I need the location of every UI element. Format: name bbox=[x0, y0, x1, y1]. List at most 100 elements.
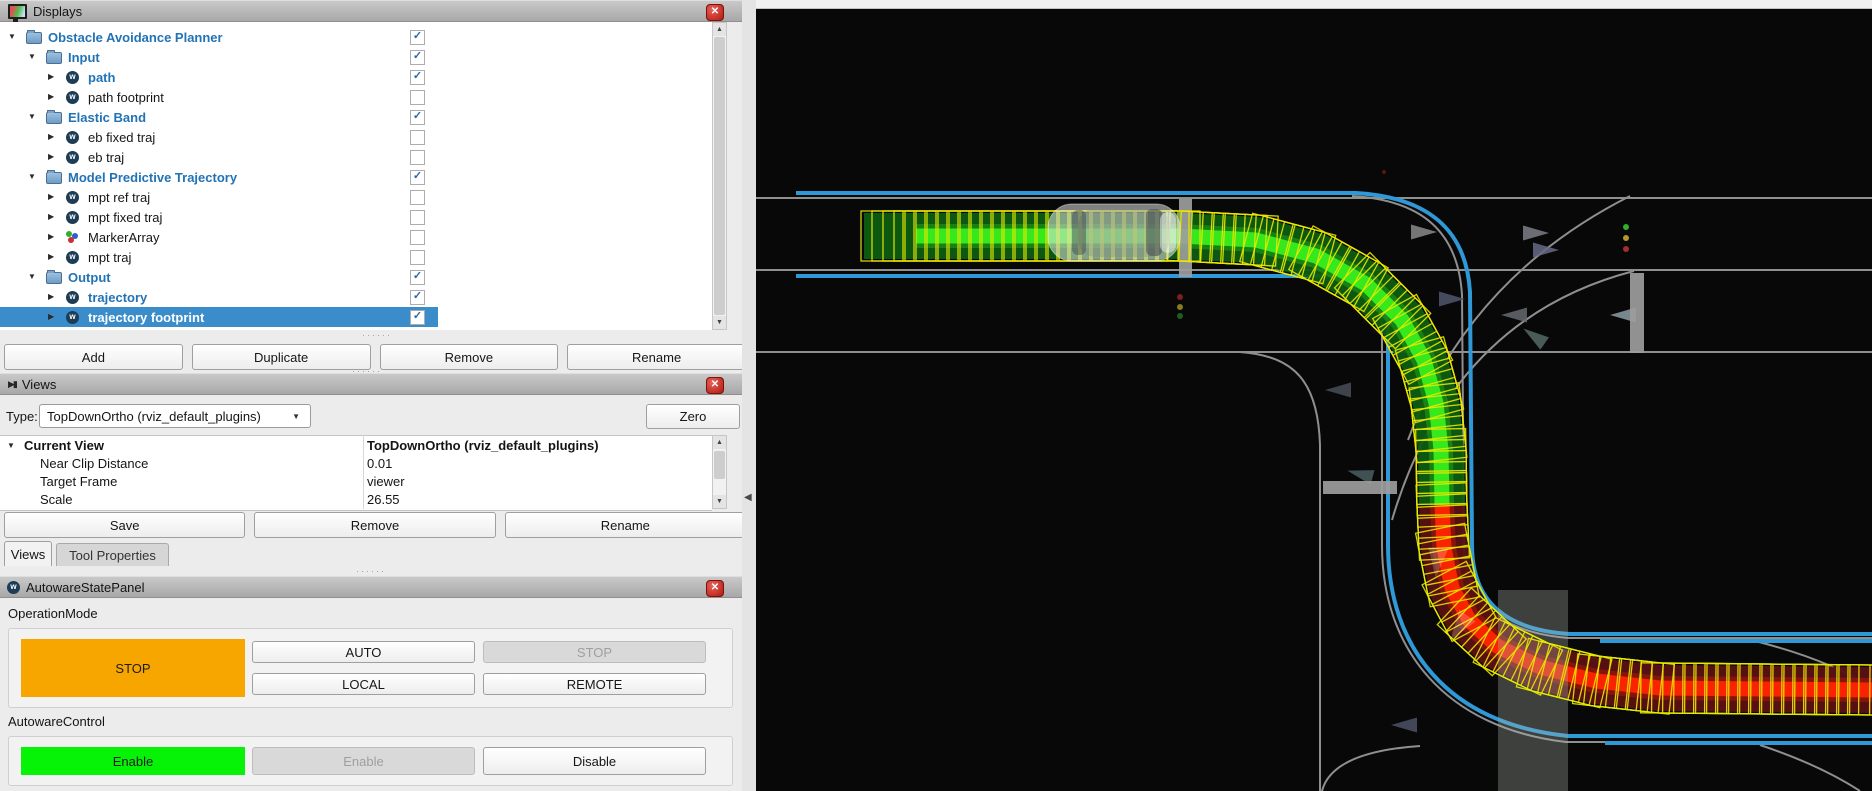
expand-icon[interactable]: ▶ bbox=[48, 312, 54, 321]
splitter-dots[interactable]: ······ bbox=[362, 333, 392, 337]
displays-close-icon[interactable]: ✕ bbox=[706, 4, 724, 21]
enable-checkbox[interactable]: ✓ bbox=[410, 310, 425, 325]
enable-checkbox[interactable]: ✓ bbox=[410, 70, 425, 85]
lane-direction-arrow bbox=[1533, 243, 1559, 258]
enable-checkbox[interactable] bbox=[410, 190, 425, 205]
collapse-icon[interactable]: ▼ bbox=[28, 112, 36, 121]
expand-icon[interactable]: ▶ bbox=[48, 232, 54, 241]
tree-row-eb-fixed-traj[interactable]: ▶web fixed traj bbox=[0, 127, 712, 147]
expand-icon[interactable]: ▶ bbox=[48, 292, 54, 301]
tree-item-label: Elastic Band bbox=[68, 110, 146, 125]
tree-row-obstacle-avoidance-planner[interactable]: ▼Obstacle Avoidance Planner✓ bbox=[0, 27, 712, 47]
enable-checkbox[interactable] bbox=[410, 90, 425, 105]
property-row[interactable]: Scale26.55 bbox=[0, 490, 712, 508]
property-row[interactable]: Near Clip Distance0.01 bbox=[0, 454, 712, 472]
enable-checkbox[interactable] bbox=[410, 150, 425, 165]
stop-button[interactable]: STOP bbox=[483, 641, 706, 663]
display-remove-button[interactable]: Remove bbox=[380, 344, 559, 370]
tree-row-input[interactable]: ▼Input✓ bbox=[0, 47, 712, 67]
remote-button[interactable]: REMOTE bbox=[483, 673, 706, 695]
views-close-icon[interactable]: ✕ bbox=[706, 377, 724, 394]
views-table-scrollbar[interactable]: ▲ ▼ bbox=[712, 435, 727, 509]
tab-views[interactable]: Views bbox=[4, 541, 52, 566]
traffic-light-dot bbox=[1177, 294, 1183, 300]
tree-row-markerarray[interactable]: ▶MarkerArray bbox=[0, 227, 712, 247]
expand-icon[interactable]: ▶ bbox=[48, 192, 54, 201]
display-rename-button[interactable]: Rename bbox=[567, 344, 746, 370]
enable-button[interactable]: Enable bbox=[252, 747, 475, 775]
expand-icon[interactable]: ▶ bbox=[48, 152, 54, 161]
splitter-dots[interactable]: ······ bbox=[356, 569, 386, 573]
property-value[interactable]: 26.55 bbox=[367, 492, 400, 507]
tree-row-trajectory-footprint[interactable]: ▶wtrajectory footprint✓ bbox=[0, 307, 438, 327]
collapse-icon[interactable]: ▼ bbox=[28, 172, 36, 181]
property-row[interactable]: Target Frame viewer bbox=[0, 472, 712, 490]
display-add-button[interactable]: Add bbox=[4, 344, 183, 370]
scroll-up-icon[interactable]: ▲ bbox=[713, 23, 726, 36]
rviz-window: Displays ✕ ▼Obstacle Avoidance Planner✓▼… bbox=[0, 0, 1872, 791]
enable-checkbox[interactable]: ✓ bbox=[410, 290, 425, 305]
autoware-logo-icon: w bbox=[7, 581, 20, 594]
folder-icon bbox=[46, 52, 62, 64]
enable-checkbox[interactable] bbox=[410, 130, 425, 145]
displays-icon bbox=[8, 4, 27, 19]
scroll-thumb[interactable] bbox=[714, 37, 725, 315]
scroll-thumb[interactable] bbox=[714, 451, 725, 479]
enable-checkbox[interactable] bbox=[410, 210, 425, 225]
scroll-down-icon[interactable]: ▼ bbox=[713, 495, 726, 508]
expand-icon[interactable]: ▶ bbox=[48, 252, 54, 261]
tree-row-elastic-band[interactable]: ▼ Elastic Band ✓ bbox=[0, 107, 712, 127]
view-type-select[interactable]: TopDownOrtho (rviz_default_plugins) ▼ bbox=[39, 404, 311, 428]
enable-checkbox[interactable] bbox=[410, 250, 425, 265]
enable-checkbox[interactable]: ✓ bbox=[410, 30, 425, 45]
autoware-panel-header[interactable]: w AutowareStatePanel ✕ bbox=[0, 576, 742, 598]
disable-button[interactable]: Disable bbox=[483, 747, 706, 775]
tree-row-mpt-traj[interactable]: ▶wmpt traj bbox=[0, 247, 712, 267]
render-view[interactable] bbox=[756, 0, 1872, 791]
view-remove-button[interactable]: Remove bbox=[254, 512, 495, 538]
displays-tree-scrollbar[interactable]: ▲ ▼ bbox=[712, 22, 727, 330]
zero-button[interactable]: Zero bbox=[646, 404, 740, 429]
auto-button[interactable]: AUTO bbox=[252, 641, 475, 663]
tree-row-path[interactable]: ▶wpath✓ bbox=[0, 67, 712, 87]
enable-checkbox[interactable]: ✓ bbox=[410, 170, 425, 185]
tree-row-output[interactable]: ▼Output✓ bbox=[0, 267, 712, 287]
scroll-down-icon[interactable]: ▼ bbox=[713, 316, 726, 329]
view-rename-button[interactable]: Rename bbox=[505, 512, 746, 538]
enable-checkbox[interactable]: ✓ bbox=[410, 270, 425, 285]
enable-checkbox[interactable]: ✓ bbox=[410, 50, 425, 65]
property-value[interactable]: 0.01 bbox=[367, 456, 392, 471]
scroll-up-icon[interactable]: ▲ bbox=[713, 436, 726, 449]
expand-icon[interactable]: ▶ bbox=[48, 92, 54, 101]
collapse-icon[interactable]: ▼ bbox=[8, 32, 16, 41]
autoware-close-icon[interactable]: ✕ bbox=[706, 580, 724, 597]
tree-row-mpt-fixed-traj[interactable]: ▶wmpt fixed traj bbox=[0, 207, 712, 227]
current-view-table[interactable]: ▼Current ViewTopDownOrtho (rviz_default_… bbox=[0, 435, 712, 511]
tree-row-mpt-ref-traj[interactable]: ▶wmpt ref traj bbox=[0, 187, 712, 207]
render-top-strip bbox=[756, 0, 1872, 8]
tree-row-model-predictive-trajectory[interactable]: ▼Model Predictive Trajectory✓ bbox=[0, 167, 712, 187]
expand-icon[interactable]: ▶ bbox=[48, 132, 54, 141]
tab-tool-properties[interactable]: Tool Properties bbox=[56, 543, 169, 566]
property-row[interactable]: ▼Current ViewTopDownOrtho (rviz_default_… bbox=[0, 436, 712, 454]
property-name: Target Frame bbox=[0, 474, 363, 489]
lane-line bbox=[1322, 746, 1420, 791]
collapse-left-icon[interactable]: ◀ bbox=[744, 492, 752, 503]
enable-checkbox[interactable] bbox=[410, 230, 425, 245]
expand-icon[interactable]: ▶ bbox=[48, 212, 54, 221]
property-value[interactable]: viewer bbox=[367, 474, 405, 489]
panel-splitter[interactable]: ◀ bbox=[742, 0, 756, 791]
collapse-icon[interactable]: ▼ bbox=[28, 52, 36, 61]
displays-panel-header[interactable]: Displays ✕ bbox=[0, 0, 742, 22]
property-value[interactable]: TopDownOrtho (rviz_default_plugins) bbox=[367, 438, 599, 453]
tree-row-trajectory[interactable]: ▶wtrajectory✓ bbox=[0, 287, 712, 307]
display-duplicate-button[interactable]: Duplicate bbox=[192, 344, 371, 370]
local-button[interactable]: LOCAL bbox=[252, 673, 475, 695]
views-panel-header[interactable]: ▶▮ Views ✕ bbox=[0, 373, 742, 395]
expand-icon[interactable]: ▶ bbox=[48, 72, 54, 81]
enable-checkbox[interactable]: ✓ bbox=[410, 110, 425, 125]
tree-row-eb-traj[interactable]: ▶web traj bbox=[0, 147, 712, 167]
tree-row-path-footprint[interactable]: ▶wpath footprint bbox=[0, 87, 712, 107]
collapse-icon[interactable]: ▼ bbox=[28, 272, 36, 281]
view-save-button[interactable]: Save bbox=[4, 512, 245, 538]
